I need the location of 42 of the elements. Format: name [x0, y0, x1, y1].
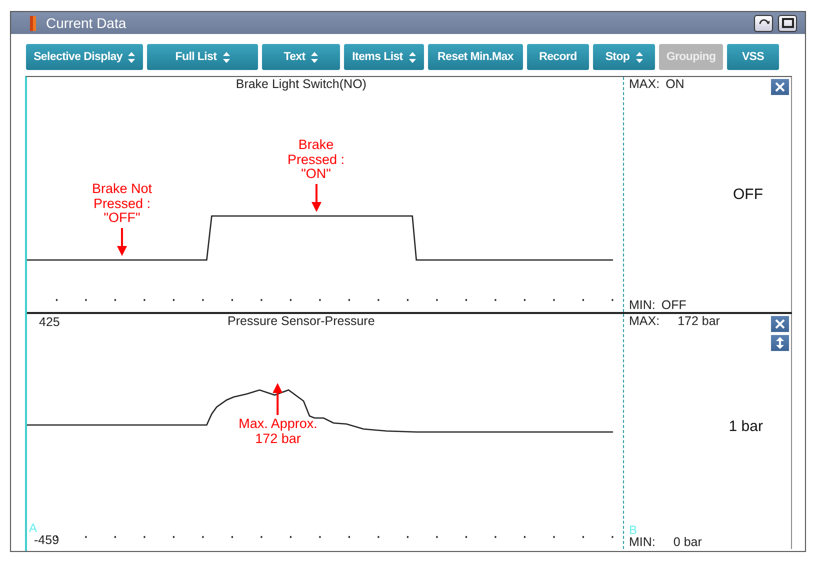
caret-icon [408, 52, 416, 62]
maximize-icon [782, 18, 794, 28]
toolbar-button[interactable]: Selective Display [26, 44, 143, 70]
min-reading: MIN: OFF [629, 298, 688, 312]
toolbar-button[interactable]: Full List [147, 44, 258, 70]
channel-label: A [29, 521, 38, 535]
resize-icon [776, 337, 784, 349]
annotation-text: Max. Approx. 172 bar [238, 417, 318, 446]
maximize-button[interactable] [778, 14, 797, 32]
current-value: OFF [733, 186, 763, 203]
min-reading: MIN: 0 bar [629, 535, 703, 549]
close-icon [775, 82, 785, 92]
caret-icon [128, 52, 136, 62]
arrow [117, 228, 127, 256]
toolbar-button[interactable]: VSS [727, 44, 779, 70]
window-title: Current Data [46, 15, 126, 31]
annotation-text: Brake Pressed : "ON" [287, 138, 345, 182]
max-reading: MAX: ON [629, 77, 686, 91]
toolbar-button[interactable]: Stop [593, 44, 655, 70]
close-button[interactable] [771, 316, 789, 332]
arrow [273, 383, 283, 415]
channel-label: B [629, 525, 638, 535]
resize-button[interactable] [771, 335, 789, 351]
toolbar-button[interactable]: Text [262, 44, 340, 70]
caret-icon [222, 52, 230, 62]
refresh-button[interactable] [754, 14, 773, 32]
current-value: 1 bar [728, 418, 763, 435]
axis-label: 425 [39, 315, 60, 329]
graph-title: Brake Light Switch(NO) [236, 77, 366, 91]
toolbar-button[interactable]: Record [527, 44, 589, 70]
toolbar-button[interactable]: Reset Min.Max [428, 44, 523, 70]
annotation-text: Brake Not Pressed : "OFF" [92, 182, 152, 226]
close-icon [775, 319, 785, 329]
toolbar-button[interactable]: Items List [344, 44, 424, 70]
caret-icon [636, 52, 643, 62]
axis-label: -459 [34, 533, 60, 547]
app-icon [30, 16, 36, 30]
graph-title: Pressure Sensor-Pressure [228, 314, 375, 328]
arrow [311, 184, 321, 212]
max-reading: MAX: 172 bar [629, 314, 721, 328]
caret-icon [311, 52, 318, 62]
close-button[interactable] [771, 79, 789, 95]
